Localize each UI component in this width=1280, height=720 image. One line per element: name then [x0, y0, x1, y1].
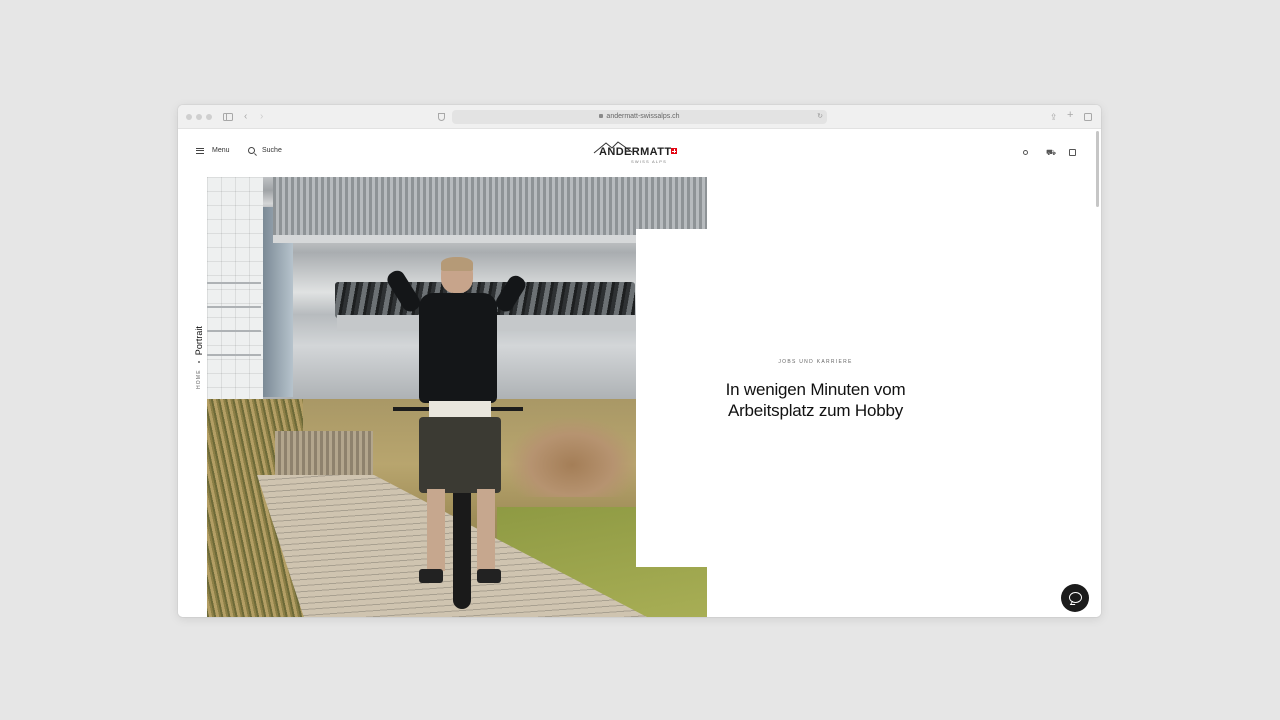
window-controls	[186, 114, 212, 120]
sidebar-toggle-icon[interactable]	[223, 113, 233, 121]
menu-button[interactable]: Menu	[196, 147, 230, 154]
cyclist-shorts	[419, 417, 501, 493]
menu-label: Menu	[212, 147, 230, 154]
zoom-window-button[interactable]	[206, 114, 212, 120]
lock-icon	[599, 114, 604, 118]
andermatt-logo[interactable]: ANDERMATT SWISS ALPS	[592, 140, 682, 166]
search-label: Suche	[262, 147, 282, 154]
cyclist-shoe-right	[477, 569, 501, 583]
close-window-button[interactable]	[186, 114, 192, 120]
collage-white-gap	[636, 229, 707, 567]
hero-image-collage	[207, 177, 707, 617]
cyclist-shoe-left	[419, 569, 443, 583]
cyclist-leg-right	[477, 489, 495, 571]
search-icon	[248, 147, 255, 154]
url-label: andermatt-swissalps.ch	[606, 113, 680, 120]
section-eyebrow: JOBS UND KARRIERE	[778, 359, 853, 365]
browser-toolbar: ‹ › andermatt-swissalps.ch ↻ ⇪ +	[178, 105, 1101, 129]
wooden-hut	[275, 431, 373, 477]
swiss-flag-icon	[671, 148, 677, 154]
cyclist-arm-left	[384, 267, 423, 315]
tab-overview-icon[interactable]	[1084, 113, 1092, 121]
kitchen-shelf	[207, 282, 261, 362]
kitchen-hood	[273, 177, 707, 235]
address-bar[interactable]: andermatt-swissalps.ch ↻	[452, 110, 827, 124]
privacy-shield-icon[interactable]	[438, 113, 445, 121]
new-tab-icon[interactable]: +	[1067, 109, 1073, 121]
browser-window: ‹ › andermatt-swissalps.ch ↻ ⇪ + Menu Su…	[178, 105, 1101, 617]
hero-headline: In wenigen Minuten vom Arbeitsplatz zum …	[698, 379, 933, 421]
cyclist-leg-left	[427, 489, 445, 571]
headline-line-2: Arbeitsplatz zum Hobby	[727, 401, 904, 420]
breadcrumb-home-link[interactable]: HOME	[196, 369, 202, 389]
breadcrumb: HOME Portrait	[194, 326, 204, 389]
sun-icon[interactable]	[1023, 150, 1028, 155]
reload-icon[interactable]: ↻	[817, 110, 823, 124]
page-scrollbar[interactable]	[1096, 131, 1099, 207]
search-button[interactable]: Suche	[248, 147, 282, 154]
breadcrumb-separator	[198, 361, 200, 364]
address-bar-text: andermatt-swissalps.ch	[452, 110, 827, 124]
back-arrow-icon[interactable]: ‹	[244, 111, 247, 123]
cyclist-figure	[379, 257, 529, 609]
headline-line-1: In wenigen Minuten vom	[725, 380, 906, 399]
share-icon[interactable]: ⇪	[1050, 111, 1058, 123]
forward-arrow-icon[interactable]: ›	[260, 111, 263, 123]
profile-icon[interactable]	[1069, 149, 1076, 156]
cyclist-hair	[441, 257, 473, 271]
breadcrumb-current: Portrait	[194, 326, 204, 356]
logo-subtext: SWISS ALPS	[631, 159, 668, 164]
hamburger-icon	[196, 147, 204, 154]
logo-text: ANDERMATT	[599, 146, 672, 158]
cyclist-torso	[419, 293, 497, 403]
chat-bubble-icon[interactable]	[1061, 584, 1089, 612]
cyclist-arm-right	[493, 272, 529, 315]
cart-icon[interactable]: ⛟	[1046, 149, 1056, 157]
web-page: Menu Suche ANDERMATT SWISS ALPS ⛟ HOME P…	[178, 129, 1101, 617]
minimize-window-button[interactable]	[196, 114, 202, 120]
